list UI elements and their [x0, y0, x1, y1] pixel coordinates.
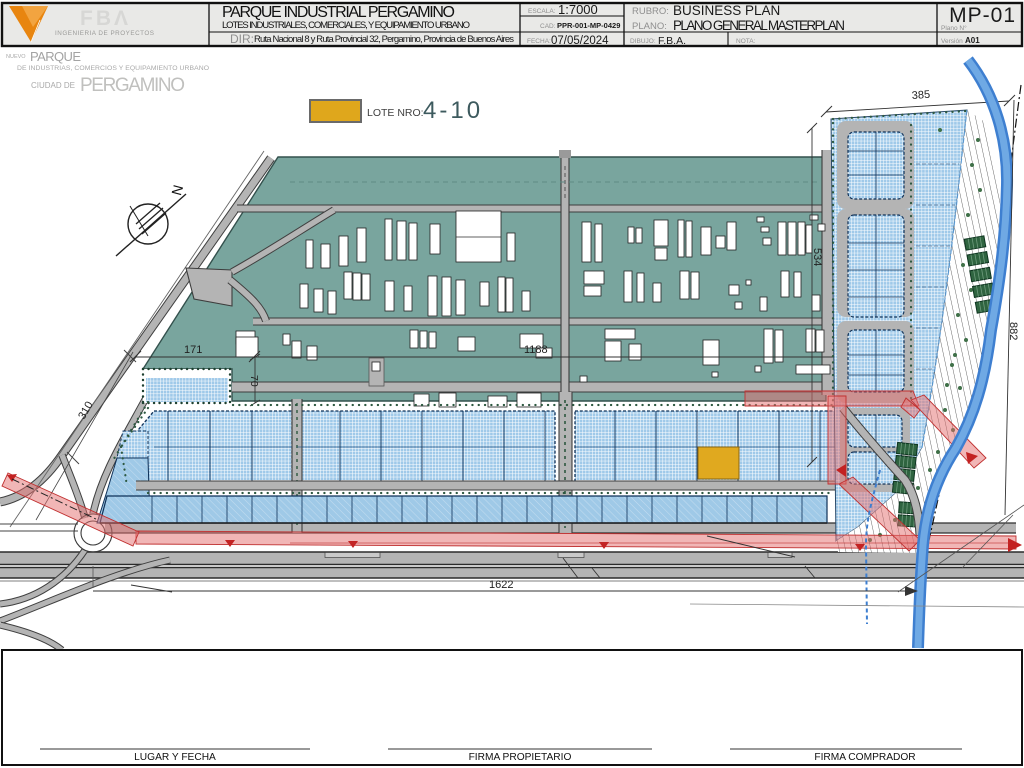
svg-text:F.B.A.: F.B.A.	[658, 35, 686, 47]
svg-text:NUEVO: NUEVO	[6, 54, 26, 60]
svg-text:882: 882	[1007, 322, 1019, 340]
svg-text:PARQUE: PARQUE	[30, 49, 81, 64]
svg-text:385: 385	[911, 89, 930, 102]
svg-text:DIBUJO:: DIBUJO:	[630, 38, 656, 45]
svg-text:PARQUE INDUSTRIAL PERGAMINO: PARQUE INDUSTRIAL PERGAMINO	[222, 4, 455, 21]
svg-text:LOTES INDUSTRIALES, COMERCIALE: LOTES INDUSTRIALES, COMERCIALES, Y EQUIP…	[222, 20, 470, 31]
svg-text:1622: 1622	[489, 579, 513, 591]
svg-text:07/05/2024: 07/05/2024	[551, 35, 609, 47]
svg-text:LOTE NRO:: LOTE NRO:	[367, 107, 424, 119]
svg-text:PPR-001-MP-0429: PPR-001-MP-0429	[557, 21, 620, 30]
svg-text:70: 70	[248, 375, 260, 387]
svg-text:PLANO GENERAL MASTERPLAN: PLANO GENERAL MASTERPLAN	[673, 18, 845, 33]
svg-text:FBΛ: FBΛ	[80, 7, 131, 30]
svg-text:LUGAR Y FECHA: LUGAR Y FECHA	[134, 752, 216, 763]
svg-text:A01: A01	[965, 36, 980, 45]
svg-text:CAD:: CAD:	[540, 23, 556, 30]
svg-text:4-10: 4-10	[423, 97, 483, 124]
svg-text:CIUDAD DE: CIUDAD DE	[31, 81, 75, 90]
svg-text:ESCALA:: ESCALA:	[528, 8, 556, 15]
svg-text:PLANO:: PLANO:	[632, 21, 667, 32]
svg-text:PERGAMINO: PERGAMINO	[80, 75, 185, 96]
svg-text:BUSINESS PLAN: BUSINESS PLAN	[673, 3, 780, 18]
svg-text:Versión: Versión	[941, 38, 963, 45]
svg-text:NOTA:: NOTA:	[736, 38, 756, 45]
svg-text:1:7000: 1:7000	[558, 2, 598, 17]
svg-text:RUBRO:: RUBRO:	[632, 6, 669, 17]
svg-text:Ruta Nacional 8 y Ruta Provinc: Ruta Nacional 8 y Ruta Provincial 32, Pe…	[254, 34, 514, 45]
svg-text:DE INDUSTRIAS, COMERCIOS Y EQU: DE INDUSTRIAS, COMERCIOS Y EQUIPAMIENTO …	[17, 65, 209, 72]
svg-text:INGENIERIA DE PROYECTOS: INGENIERIA DE PROYECTOS	[55, 30, 155, 37]
svg-text:171: 171	[184, 344, 202, 356]
svg-text:DIR:: DIR:	[230, 32, 254, 46]
svg-text:FIRMA COMPRADOR: FIRMA COMPRADOR	[814, 752, 915, 763]
svg-text:Plano N°: Plano N°	[941, 24, 967, 32]
svg-text:MP-01: MP-01	[949, 4, 1016, 27]
svg-text:FECHA:: FECHA:	[527, 38, 551, 45]
svg-text:534: 534	[811, 248, 823, 266]
svg-text:FIRMA PROPIETARIO: FIRMA PROPIETARIO	[469, 752, 572, 763]
svg-text:1188: 1188	[524, 344, 548, 356]
